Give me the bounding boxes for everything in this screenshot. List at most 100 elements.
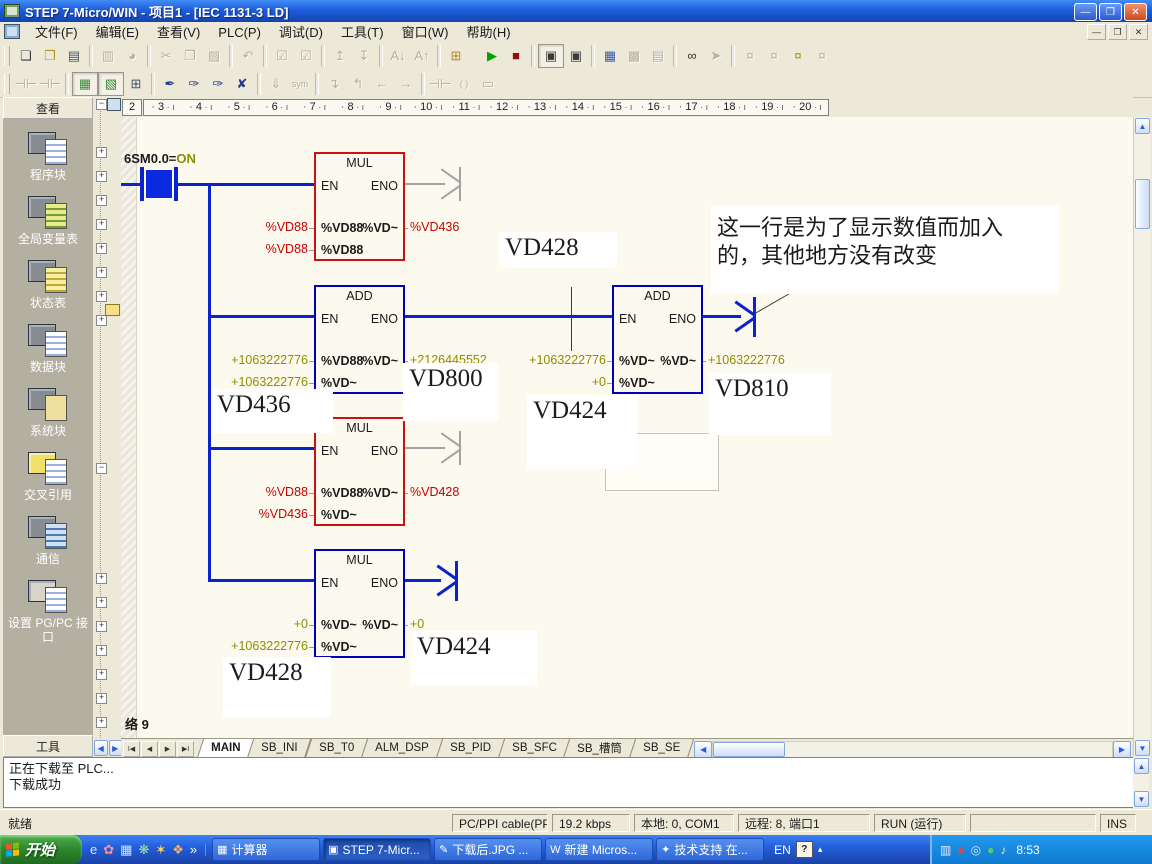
tray-volume-icon[interactable]: ♪: [1000, 844, 1006, 856]
stop-button[interactable]: ■: [504, 45, 528, 67]
tree-expander-plus[interactable]: +: [96, 693, 107, 704]
compile-all-button[interactable]: ☑: [294, 45, 318, 67]
line-left-button[interactable]: ←: [370, 73, 394, 95]
tray-qq-icon[interactable]: ●: [987, 844, 994, 856]
navbar-view-header-button[interactable]: 查看: [3, 97, 93, 119]
tree-expander-plus[interactable]: +: [96, 645, 107, 656]
pou-tab[interactable]: SB_PID: [436, 739, 505, 758]
tree-expander-plus[interactable]: +: [96, 597, 107, 608]
tab-scroll-button[interactable]: I◀: [123, 741, 140, 757]
next-bookmark-button[interactable]: ✑: [182, 73, 206, 95]
title-bar[interactable]: STEP 7-Micro/WIN - 项目1 - [IEC 1131-3 LD]…: [0, 0, 1152, 22]
sidebar-item-program-block[interactable]: 程序块: [8, 131, 88, 182]
tree-expander-minus[interactable]: −: [96, 463, 107, 474]
menu-item[interactable]: 文件(F): [26, 24, 87, 41]
network-comments-toggle-button[interactable]: ▧: [98, 72, 124, 96]
navbar-tools-footer-button[interactable]: 工具: [3, 735, 93, 757]
menu-item[interactable]: 工具(T): [332, 24, 393, 41]
pou-comments-toggle-button[interactable]: ▦: [72, 72, 98, 96]
pou-tab[interactable]: MAIN: [197, 739, 255, 758]
quick-launch-ie-icon[interactable]: e: [90, 843, 97, 856]
mdi-close-button[interactable]: ✕: [1129, 24, 1148, 40]
quick-launch-bird-icon[interactable]: ❋: [138, 843, 149, 856]
tray-globe-icon[interactable]: ◎: [971, 844, 981, 856]
single-read-button[interactable]: ▤: [646, 45, 670, 67]
previous-bookmark-button[interactable]: ✑: [206, 73, 230, 95]
symbol-info-table-button[interactable]: ⊞: [124, 73, 148, 95]
tree-expander-plus[interactable]: +: [96, 291, 107, 302]
chart-status-pause-button[interactable]: ▩: [622, 45, 646, 67]
tree-expander-plus[interactable]: +: [96, 267, 107, 278]
insert-coil-button[interactable]: ( ): [452, 73, 476, 95]
menu-item[interactable]: 编辑(E): [87, 24, 148, 41]
vertical-scrollbar[interactable]: ▲ ▼: [1133, 117, 1150, 757]
undo-button[interactable]: ↶: [236, 45, 260, 67]
sidebar-item-cross-reference[interactable]: 交叉引用: [8, 451, 88, 502]
compile-button[interactable]: ☑: [270, 45, 294, 67]
tree-root-expander[interactable]: −: [96, 99, 107, 110]
output-window[interactable]: 正在下载至 PLC... 下载成功: [3, 757, 1133, 808]
instruction-box[interactable]: MUL EN ENO %VD88 %VD~ %VD88: [314, 152, 405, 261]
quick-launch-windows-icon[interactable]: ❖: [172, 843, 184, 856]
program-status-button[interactable]: ▣: [538, 44, 564, 68]
hidden-icons-arrow[interactable]: ▴: [818, 844, 823, 855]
instruction-box[interactable]: MUL EN ENO %VD~ %VD~ %VD~: [314, 549, 405, 658]
mdi-minimize-button[interactable]: —: [1087, 24, 1106, 40]
menu-item[interactable]: PLC(P): [209, 24, 270, 41]
contact-energized-fill[interactable]: [146, 170, 172, 198]
tree-expander-plus[interactable]: +: [96, 195, 107, 206]
pou-tab[interactable]: SB_SFC: [498, 739, 571, 758]
tree-scroll-left-button[interactable]: ◀: [94, 740, 108, 756]
tree-expander-plus[interactable]: +: [96, 573, 107, 584]
pou-tab[interactable]: ALM_DSP: [361, 739, 443, 758]
scroll-down-button[interactable]: ▼: [1134, 791, 1149, 807]
sort-ascending-button[interactable]: A↓: [386, 45, 410, 67]
menu-item[interactable]: 查看(V): [148, 24, 209, 41]
mdi-restore-button[interactable]: ❐: [1108, 24, 1127, 40]
pou-tab[interactable]: SB_T0: [305, 739, 368, 758]
ladder-editor-canvas[interactable]: 6SM0.0=ON %VD88 %VD88 %VD436 MUL EN ENO …: [121, 117, 1133, 738]
cut-button[interactable]: ✂: [154, 45, 178, 67]
toggle-bookmark-button[interactable]: ✒: [158, 73, 182, 95]
paste-button[interactable]: ▨: [202, 45, 226, 67]
clear-bookmarks-button[interactable]: ✘: [230, 73, 254, 95]
quick-launch-media-icon[interactable]: ✿: [103, 843, 114, 856]
tree-expander-plus[interactable]: +: [96, 717, 107, 728]
keyboard-help-icon[interactable]: ?: [796, 841, 813, 858]
tab-scroll-button[interactable]: ▶I: [177, 741, 194, 757]
force-dropdown-button[interactable]: ¤: [786, 45, 810, 67]
task-download-jpg[interactable]: ✎ 下载后.JPG ...: [434, 838, 542, 861]
task-step7[interactable]: ▣ STEP 7-Micr...: [323, 838, 431, 861]
tray-network-icon[interactable]: ▥: [940, 844, 951, 856]
hscroll-right-button[interactable]: ▶: [1113, 741, 1131, 758]
ladder-block-mul-1[interactable]: %VD88 %VD88 %VD436 MUL EN ENO %VD88 %VD~…: [214, 152, 524, 264]
task-tech-support[interactable]: ✦ 技术支持 在...: [656, 838, 764, 861]
pause-program-status-button[interactable]: ▣: [564, 45, 588, 67]
copy-button[interactable]: ❐: [178, 45, 202, 67]
instruction-box[interactable]: MUL EN ENO %VD88 %VD~ %VD~: [314, 417, 405, 526]
apply-symbols-button[interactable]: ⇓: [264, 73, 288, 95]
toolbar-gripper[interactable]: [4, 74, 10, 94]
delete-network-button[interactable]: ⊣⊢: [38, 73, 62, 95]
sidebar-item-communications[interactable]: 通信: [8, 515, 88, 566]
sidebar-item-global-variable-table[interactable]: 全局变量表: [8, 195, 88, 246]
tree-expander-plus[interactable]: +: [96, 219, 107, 230]
tree-expander-plus[interactable]: +: [96, 669, 107, 680]
line-up-button[interactable]: ↰: [346, 73, 370, 95]
sidebar-item-set-pg-pc-interface[interactable]: 设置 PG/PC 接口: [8, 579, 88, 644]
language-indicator[interactable]: EN: [774, 843, 791, 857]
restore-button[interactable]: ❐: [1099, 3, 1122, 21]
save-button[interactable]: ▤: [62, 45, 86, 67]
download-button[interactable]: ↧: [352, 45, 376, 67]
tree-expander-plus[interactable]: +: [96, 315, 107, 326]
force-button[interactable]: ¤: [738, 45, 762, 67]
sidebar-item-status-chart[interactable]: 状态表: [8, 259, 88, 310]
horizontal-scrollbar[interactable]: [712, 741, 1113, 758]
pou-tab[interactable]: SB_槽筒: [563, 739, 636, 758]
scroll-down-button[interactable]: ▼: [1135, 740, 1150, 756]
taskbar-clock[interactable]: 8:53: [1016, 843, 1039, 857]
tab-scroll-button[interactable]: ▶: [159, 741, 176, 757]
run-button[interactable]: ▶: [480, 45, 504, 67]
sidebar-item-data-block[interactable]: 数据块: [8, 323, 88, 374]
quick-launch-calc-icon[interactable]: ▦: [120, 843, 132, 856]
